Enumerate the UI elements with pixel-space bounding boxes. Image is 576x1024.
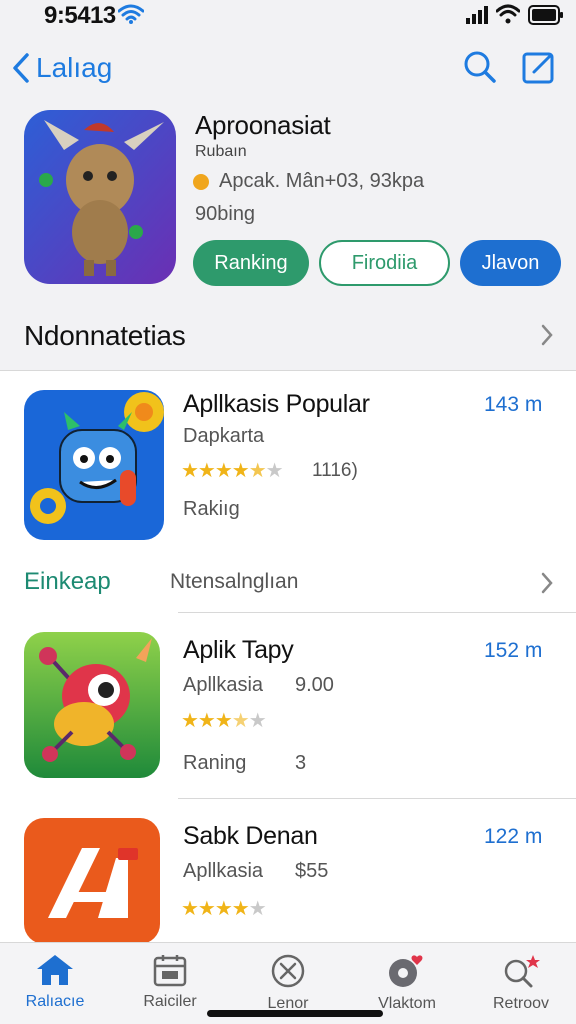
status-bar: 9:5413 [0, 0, 576, 34]
divider [178, 612, 576, 613]
compose-icon[interactable] [522, 50, 556, 84]
app-icon-1[interactable] [24, 390, 164, 540]
featured-app-ranking: 90bing [195, 203, 256, 225]
calendar-icon [153, 955, 187, 987]
chevron-left-icon [13, 53, 29, 83]
coin-icon [193, 173, 209, 190]
tab-home[interactable]: Ralıacıe [0, 943, 110, 1024]
status-time: 9:5413 [44, 2, 116, 29]
back-label: Lalıag [36, 52, 113, 83]
app-size-1[interactable]: 143 m [484, 393, 542, 417]
app-subtitle-2: Apllkasia [183, 674, 264, 696]
row-label: Ntensalnglıan [170, 570, 299, 593]
featured-app-meta: Apcak. Mân+03, 93kpa [193, 170, 424, 193]
tab-label-calendar: Raiciler [143, 993, 197, 1010]
search-star-icon [504, 955, 540, 988]
battery-icon [528, 5, 563, 25]
tab-label-home: Ralıacıe [25, 993, 85, 1010]
navigation-bar: Lalıag [0, 44, 576, 100]
featured-app-subtitle: Rubaın [195, 143, 247, 160]
app-icon-3[interactable] [24, 818, 160, 944]
tab-retroov[interactable]: Retroov [466, 943, 576, 1024]
ranking-button[interactable]: Ranking [193, 240, 309, 286]
circle-x-icon [271, 954, 305, 988]
divider [178, 798, 576, 799]
app-subtitle-1: Dapkarta [183, 425, 265, 447]
chevron-right-icon[interactable] [540, 324, 554, 346]
chevron-right-icon[interactable] [540, 572, 554, 594]
rating-stars-2: ★★★★★ [181, 710, 267, 732]
app-subtitle-extra-3: $55 [295, 860, 329, 882]
featured-app-icon[interactable] [24, 110, 176, 284]
app-note-extra-2: 3 [295, 752, 307, 774]
app-subtitle-extra-2: 9.00 [295, 674, 334, 696]
app-note-2: Raning [183, 752, 247, 774]
rating-count-1: 1116) [312, 460, 358, 481]
einkeap-link[interactable]: Einkeap [24, 568, 111, 596]
back-button[interactable]: Lalıag [12, 52, 112, 84]
jlavon-button[interactable]: Jlavon [460, 240, 561, 286]
app-size-3[interactable]: 122 m [484, 825, 542, 849]
app-icon-2[interactable] [24, 632, 160, 778]
tab-label-vlaktom: Vlaktom [378, 995, 436, 1012]
signal-icon [466, 6, 488, 24]
chat-heart-icon [389, 955, 423, 987]
app-subtitle-3: Apllkasia [183, 860, 264, 882]
rating-stars-3: ★★★★★ [181, 898, 267, 920]
featured-app-meta-text: Apcak. Mân+03, 93kpa [219, 170, 425, 192]
app-note-1: Rakiıg [183, 498, 240, 520]
wifi-icon-right [496, 4, 520, 24]
firodiia-button[interactable]: Firodiia [319, 240, 450, 286]
rating-stars-1: ★★★★★★ [181, 460, 284, 482]
search-icon[interactable] [463, 50, 497, 84]
app-title-3[interactable]: Sabk Denan [183, 822, 318, 851]
home-indicator [207, 1010, 383, 1017]
app-title-2[interactable]: Aplik Tapy [183, 636, 294, 665]
tab-label-retroov: Retroov [492, 995, 550, 1012]
app-title-1[interactable]: Apllkasis Popular [183, 390, 370, 419]
app-size-2[interactable]: 152 m [484, 639, 542, 663]
featured-app-title: Aproonasiat [195, 110, 331, 140]
wifi-icon [118, 4, 144, 24]
home-icon [37, 955, 73, 985]
section-title[interactable]: Ndonnatetias [24, 320, 186, 352]
